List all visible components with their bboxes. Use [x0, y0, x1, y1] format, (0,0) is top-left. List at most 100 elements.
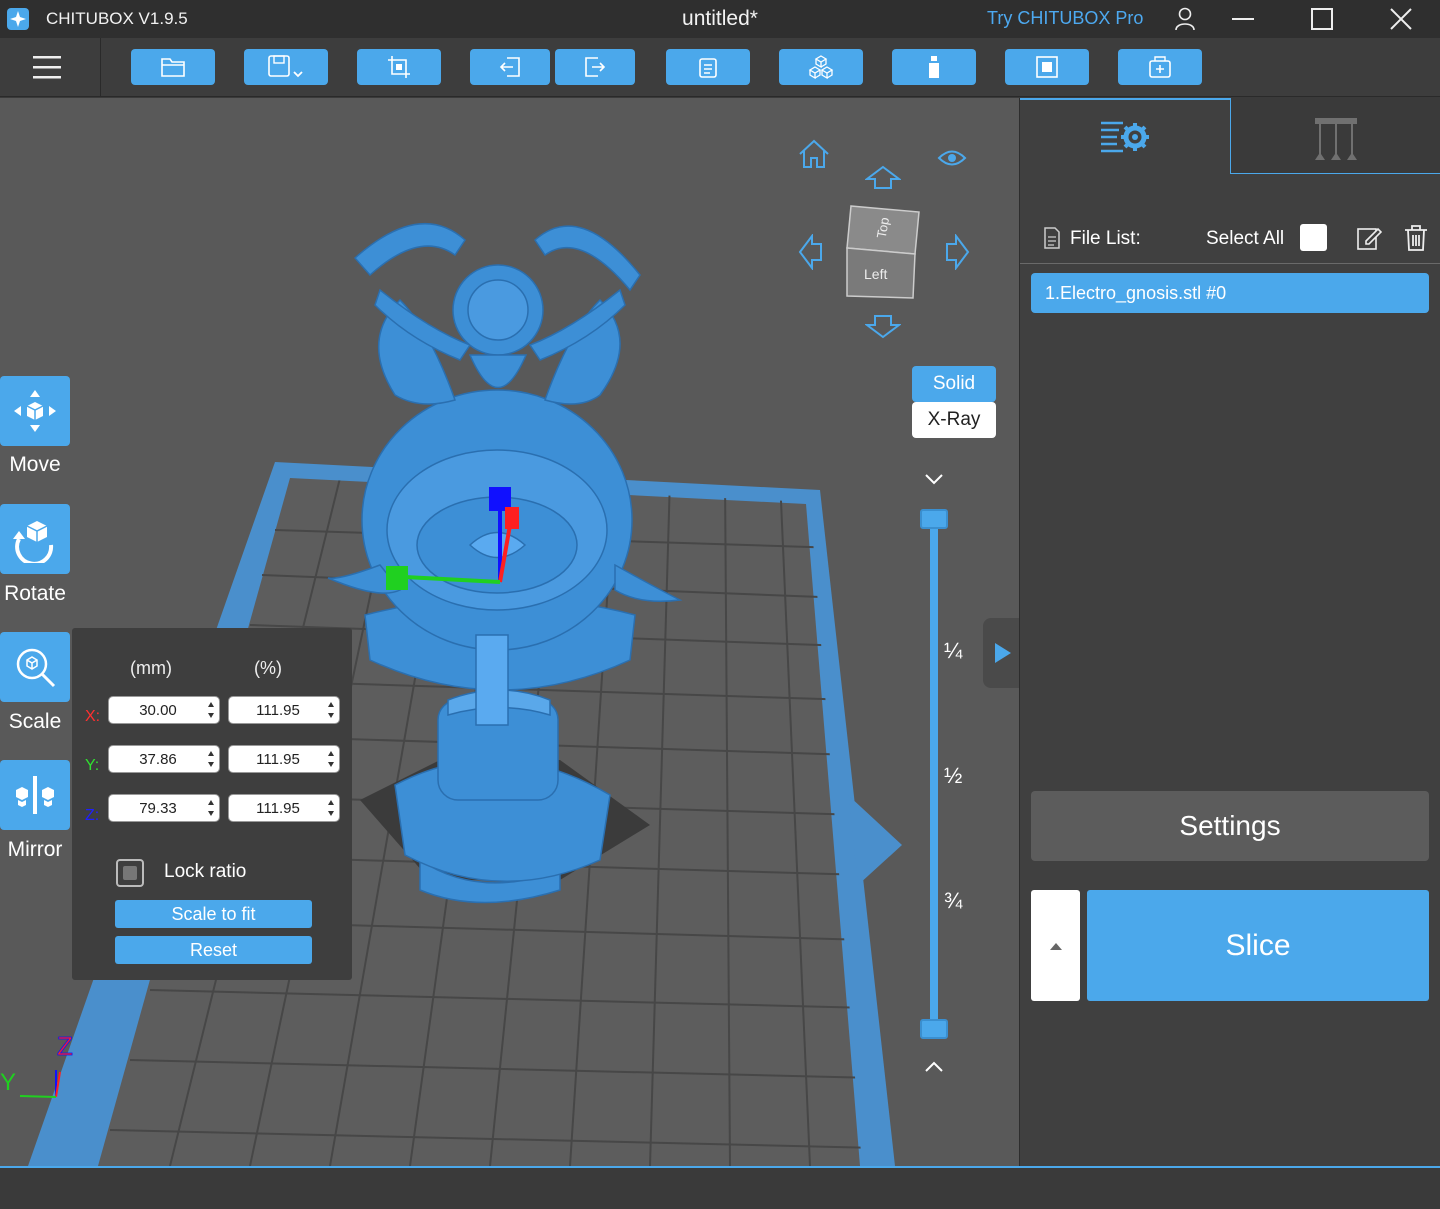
- import-icon: [499, 57, 520, 77]
- play-right-icon: [995, 643, 1011, 663]
- scale-tool-button[interactable]: [0, 632, 70, 702]
- stepper-arrows-icon[interactable]: [327, 750, 335, 768]
- z-percent-input[interactable]: 111.95: [228, 794, 340, 822]
- z-mm-input[interactable]: 79.33: [108, 794, 220, 822]
- move-tool-button[interactable]: [0, 376, 70, 446]
- close-icon: [1390, 8, 1412, 30]
- eye-icon[interactable]: [937, 147, 967, 169]
- y-mm-input[interactable]: 37.86: [108, 745, 220, 773]
- crop-button[interactable]: [357, 49, 441, 85]
- right-panel: File List: Select All 1.Electro_gnosis.s…: [1019, 98, 1440, 1166]
- select-all-checkbox[interactable]: [1300, 224, 1327, 251]
- status-bar: [0, 1166, 1440, 1209]
- stepper-arrows-icon[interactable]: [327, 701, 335, 719]
- rotate-tool-button[interactable]: [0, 504, 70, 574]
- reset-button[interactable]: Reset: [115, 936, 312, 964]
- hamburger-menu-button[interactable]: [30, 52, 66, 82]
- percent-header: (%): [254, 658, 282, 678]
- solid-view-button[interactable]: Solid: [912, 366, 996, 402]
- export-button[interactable]: [555, 49, 635, 85]
- cube-left-label: Left: [864, 266, 887, 282]
- pages-button[interactable]: [666, 49, 750, 85]
- layer-slider-top-handle[interactable]: [920, 509, 948, 529]
- bottle-icon: [929, 56, 939, 78]
- add-box-button[interactable]: [1118, 49, 1202, 85]
- stepper-arrows-icon[interactable]: [327, 799, 335, 817]
- z-axis-label: Z:: [85, 807, 100, 824]
- scale-to-fit-button[interactable]: Scale to fit: [115, 900, 312, 928]
- axis-z-label: Z: [57, 1031, 73, 1061]
- slider-expand-icon[interactable]: [924, 1060, 944, 1074]
- rotate-icon: [13, 521, 54, 563]
- xray-view-button[interactable]: X-Ray: [912, 402, 996, 438]
- axis-y-label: Y: [0, 1069, 16, 1096]
- stepper-arrows-icon[interactable]: [207, 799, 215, 817]
- mm-header: (mm): [130, 658, 172, 678]
- x-percent-input[interactable]: 111.95: [228, 696, 340, 724]
- file-list-label: File List:: [1070, 228, 1141, 249]
- view-right-arrow-icon[interactable]: [944, 234, 970, 270]
- settings-button[interactable]: Settings: [1031, 791, 1429, 861]
- toolbar-divider: [100, 38, 101, 97]
- lock-ratio-checkbox[interactable]: [116, 859, 144, 887]
- select-all-label: Select All: [1206, 228, 1285, 249]
- 3d-viewport[interactable]: Z Y Move Rotate Scale Mirror (mm) (%) X:…: [0, 98, 1019, 1166]
- hollow-button[interactable]: [892, 49, 976, 85]
- add-box-icon: [1149, 56, 1171, 78]
- layer-slider-track[interactable]: [930, 520, 938, 1030]
- view-cube[interactable]: Top Left: [843, 202, 923, 302]
- layer-slider-bottom-handle[interactable]: [920, 1019, 948, 1039]
- y-percent-input[interactable]: 111.95: [228, 745, 340, 773]
- file-list-item[interactable]: 1.Electro_gnosis.stl #0: [1031, 273, 1429, 313]
- x-axis-label: X:: [85, 708, 101, 725]
- slice-options-button[interactable]: [1031, 890, 1080, 1001]
- list-settings-icon: [1101, 121, 1149, 153]
- export-icon: [585, 57, 606, 77]
- save-icon: [268, 55, 303, 78]
- document-icon: [1044, 227, 1060, 249]
- app-title: CHITUBOX V1.9.5: [46, 9, 188, 28]
- y-mm-value: 37.86: [139, 750, 177, 768]
- main-toolbar: [0, 38, 1440, 97]
- trash-icon[interactable]: [1403, 224, 1429, 252]
- save-button[interactable]: [244, 49, 328, 85]
- tab-supports[interactable]: [1230, 98, 1440, 174]
- file-list-header: File List: Select All: [1020, 216, 1440, 264]
- z-percent-value: 111.95: [256, 799, 300, 817]
- z-mm-value: 79.33: [139, 799, 177, 817]
- x-percent-value: 111.95: [256, 701, 300, 719]
- view-up-arrow-icon[interactable]: [865, 165, 901, 191]
- arrange-button[interactable]: [779, 49, 863, 85]
- open-file-icon: [161, 58, 185, 77]
- tab-settings-list[interactable]: [1020, 98, 1230, 174]
- import-button[interactable]: [470, 49, 550, 85]
- panel-collapse-tab[interactable]: [983, 618, 1019, 688]
- edit-icon[interactable]: [1356, 225, 1382, 251]
- slice-button[interactable]: Slice: [1087, 890, 1429, 1001]
- x-mm-value: 30.00: [139, 701, 177, 719]
- slider-quarter-label: ¼: [944, 638, 963, 663]
- maximize-button[interactable]: [1297, 0, 1347, 38]
- hamburger-icon: [33, 56, 61, 79]
- home-view-icon[interactable]: [797, 138, 831, 170]
- mirror-tool-button[interactable]: [0, 760, 70, 830]
- user-account-button[interactable]: [1160, 0, 1210, 38]
- square-icon: [1036, 56, 1058, 78]
- scale-panel: (mm) (%) X: 30.00 111.95 Y: 37.86 111.95…: [72, 628, 352, 980]
- minimize-button[interactable]: [1218, 0, 1268, 38]
- stepper-arrows-icon[interactable]: [207, 750, 215, 768]
- lattice-button[interactable]: [1005, 49, 1089, 85]
- view-down-arrow-icon[interactable]: [865, 313, 901, 339]
- close-button[interactable]: [1376, 0, 1426, 38]
- lock-ratio-label: Lock ratio: [164, 861, 247, 882]
- title-bar: CHITUBOX V1.9.5 untitled* Try CHITUBOX P…: [0, 0, 1440, 38]
- view-left-arrow-icon[interactable]: [798, 234, 824, 270]
- try-pro-link[interactable]: Try CHITUBOX Pro: [987, 8, 1143, 29]
- open-file-button[interactable]: [131, 49, 215, 85]
- crop-icon: [388, 56, 410, 78]
- stepper-arrows-icon[interactable]: [207, 701, 215, 719]
- x-mm-input[interactable]: 30.00: [108, 696, 220, 724]
- scale-icon: [16, 648, 56, 688]
- slider-collapse-icon[interactable]: [924, 472, 944, 486]
- move-icon: [14, 390, 56, 432]
